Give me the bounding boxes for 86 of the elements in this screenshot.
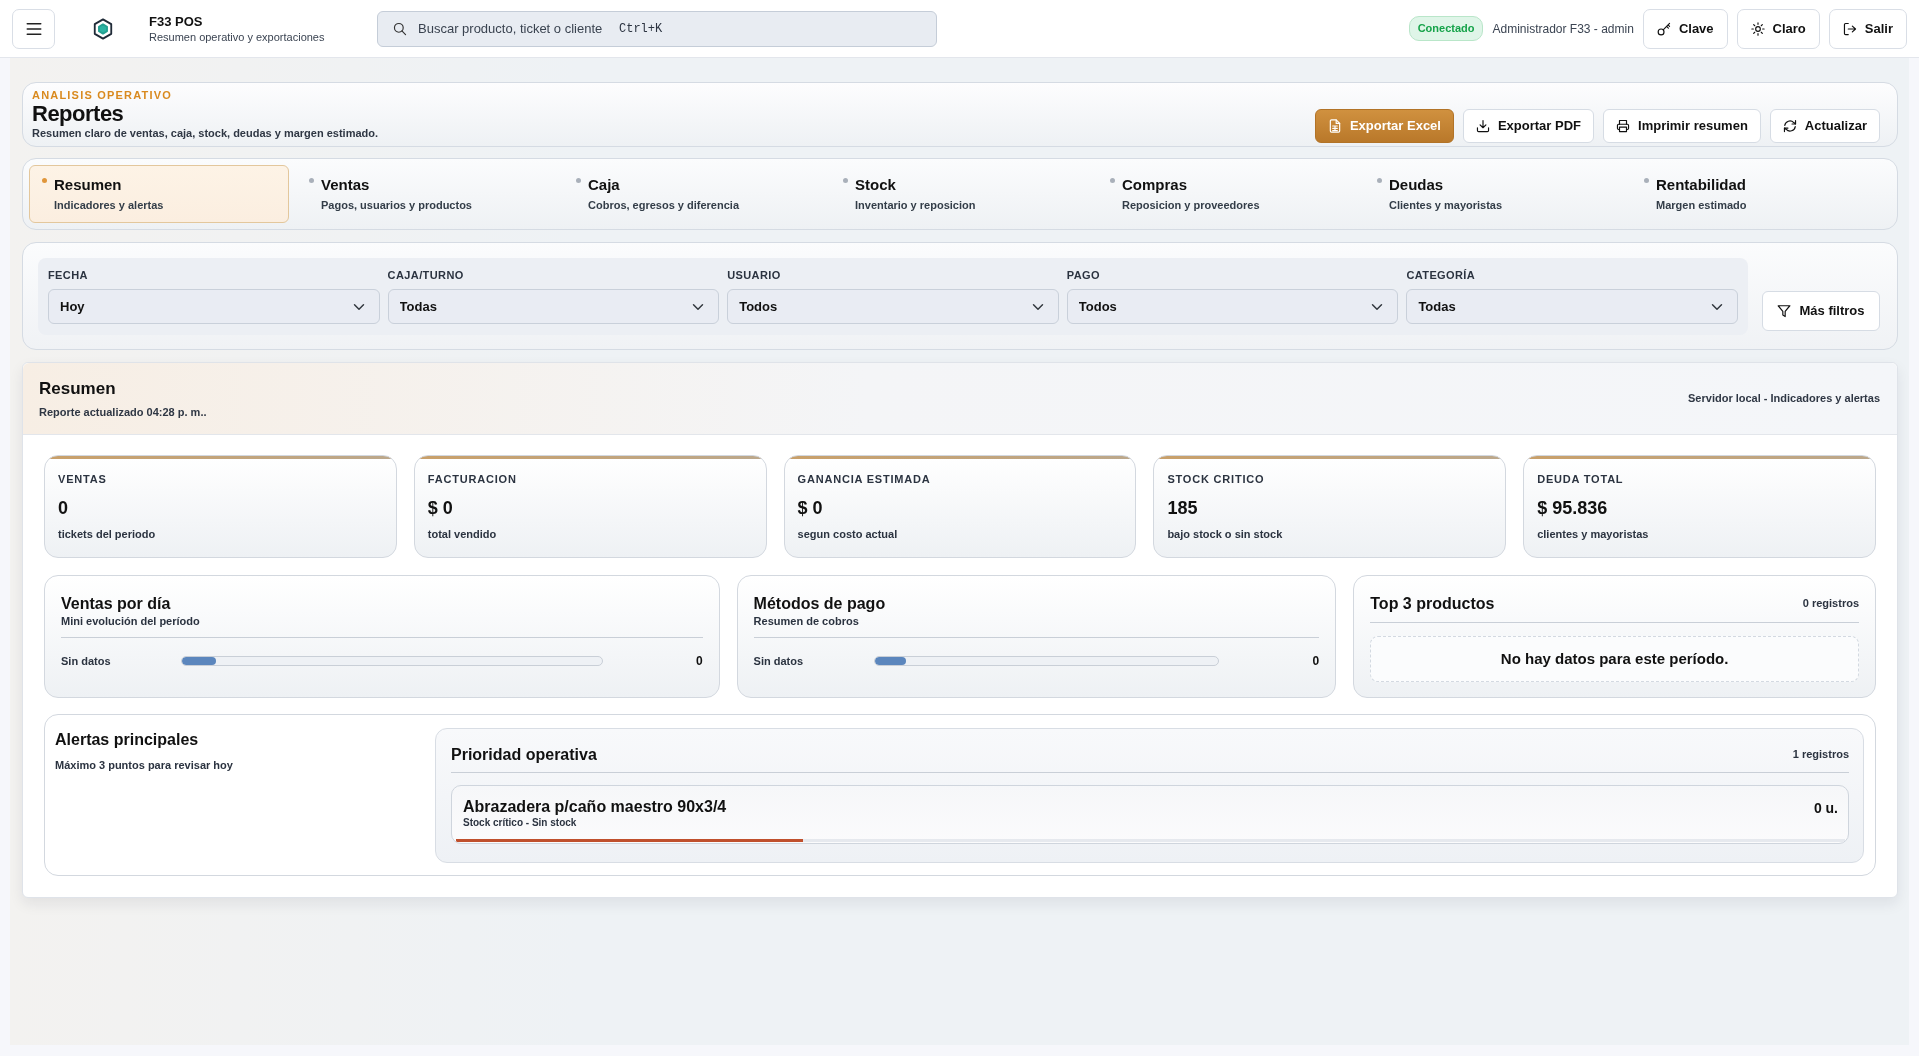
kpi-note: clientes y mayoristas — [1537, 527, 1650, 541]
empty-state: No hay datos para este período. — [1370, 636, 1859, 682]
card-subtitle: Resumen de cobros — [753, 615, 860, 628]
filter-label: CAJA/TURNO — [387, 268, 465, 282]
refresh-icon — [1782, 119, 1797, 133]
item-quantity: 0 u. — [1813, 799, 1838, 818]
menu-button[interactable] — [12, 8, 55, 49]
print-button[interactable]: Imprimir resumen — [1603, 109, 1761, 143]
page-title: Reportes — [32, 102, 125, 126]
dot-icon — [42, 178, 47, 183]
dot-icon — [1110, 178, 1115, 183]
search-icon — [393, 21, 407, 36]
kpi-label: GANANCIA ESTIMADA — [797, 472, 932, 486]
card-title: Prioridad operativa — [451, 745, 597, 764]
record-count: 1 registros — [1792, 747, 1849, 763]
spreadsheet-file-icon — [1327, 119, 1342, 133]
app-subtitle: Resumen operativo y exportaciones — [149, 29, 326, 44]
report-tab[interactable]: Compras Reposicion y proveedores — [1097, 165, 1357, 223]
filter-icon — [1777, 304, 1792, 318]
report-tab[interactable]: Deudas Clientes y mayoristas — [1364, 165, 1624, 223]
export-pdf-button[interactable]: Exportar PDF — [1462, 109, 1595, 143]
report-tab[interactable]: Resumen Indicadores y alertas — [29, 165, 289, 223]
kpi-value: 0 — [58, 497, 69, 519]
filter-select[interactable]: Todas — [1406, 289, 1738, 324]
kpi-value: 185 — [1167, 497, 1199, 519]
item-detail: Stock crítico - Sin stock — [463, 816, 578, 829]
logout-icon — [1842, 21, 1857, 36]
row-label: Sin datos — [753, 653, 805, 669]
kpi-note: total vendido — [427, 527, 498, 541]
dot-icon — [576, 178, 581, 183]
theme-button[interactable]: Claro — [1736, 8, 1820, 49]
kpi-value: $ 0 — [797, 497, 824, 519]
user-name: Administrador F33 - admin — [1492, 20, 1634, 38]
card-subtitle: Mini evolución del período — [61, 615, 201, 628]
page-subtitle: Resumen claro de ventas, caja, stock, deudas y margen estimado. — [32, 126, 379, 141]
more-filters-button[interactable]: Más filtros — [1762, 291, 1880, 331]
key-icon — [1656, 21, 1671, 36]
kpi-value: $ 95.836 — [1537, 497, 1609, 519]
row-value: 0 — [694, 653, 703, 670]
shortcut-hint: Ctrl+K — [619, 20, 663, 37]
card-title: Ventas por día — [61, 594, 172, 613]
dot-icon — [1644, 178, 1649, 183]
filter-select[interactable]: Todos — [1066, 289, 1399, 324]
item-name: Abrazadera p/caño maestro 90x3/4 — [463, 798, 727, 816]
filter-select[interactable]: Hoy — [48, 289, 380, 324]
report-tab[interactable]: Caja Cobros, egresos y diferencia — [563, 165, 823, 223]
filter-label: FECHA — [48, 268, 89, 282]
card-title: Alertas principales — [55, 730, 200, 749]
dot-icon — [1377, 178, 1382, 183]
dot-icon — [843, 178, 848, 183]
section-eyebrow: ANALISIS OPERATIVO — [32, 88, 173, 102]
logo-icon — [92, 17, 114, 40]
report-tab[interactable]: Ventas Pagos, usuarios y productos — [296, 165, 556, 223]
download-icon — [1475, 119, 1490, 133]
kpi-note: tickets del periodo — [58, 527, 157, 541]
card-subtitle: Máximo 3 puntos para revisar hoy — [55, 758, 234, 772]
logout-button[interactable]: Salir — [1828, 8, 1907, 49]
filter-label: USUARIO — [727, 268, 782, 282]
refresh-button[interactable]: Actualizar — [1769, 109, 1880, 143]
kpi-label: VENTAS — [58, 472, 108, 486]
kpi-label: DEUDA TOTAL — [1537, 472, 1625, 486]
kpi-note: segun costo actual — [797, 527, 899, 541]
dot-icon — [309, 178, 314, 183]
filter-select[interactable]: Todas — [387, 289, 720, 324]
password-button[interactable]: Clave — [1642, 8, 1728, 49]
row-label: Sin datos — [61, 653, 112, 669]
filter-label: PAGO — [1066, 268, 1101, 282]
sun-icon — [1750, 21, 1765, 36]
source-text: Servidor local - Indicadores y alertas — [1688, 391, 1880, 407]
filter-select[interactable]: Todos — [727, 289, 1059, 324]
record-count: 0 registros — [1802, 596, 1859, 612]
kpi-value: $ 0 — [427, 497, 454, 519]
row-value: 0 — [1311, 653, 1320, 670]
kpi-note: bajo stock o sin stock — [1167, 527, 1284, 541]
card-title: Top 3 productos — [1370, 594, 1495, 613]
card-title: Métodos de pago — [753, 594, 887, 613]
printer-icon — [1616, 119, 1631, 133]
app-title: F33 POS — [149, 13, 204, 30]
report-tab[interactable]: Stock Inventario y reposicion — [830, 165, 1090, 223]
section-title: Resumen — [39, 378, 117, 400]
filter-label: CATEGORÍA — [1406, 268, 1477, 282]
report-tab[interactable]: Rentabilidad Margen estimado — [1631, 165, 1891, 223]
updated-text: Reporte actualizado 04:28 p. m.. — [39, 405, 207, 419]
kpi-label: FACTURACION — [427, 472, 518, 486]
status-badge: Conectado — [1408, 16, 1484, 41]
kpi-label: STOCK CRITICO — [1167, 472, 1266, 486]
